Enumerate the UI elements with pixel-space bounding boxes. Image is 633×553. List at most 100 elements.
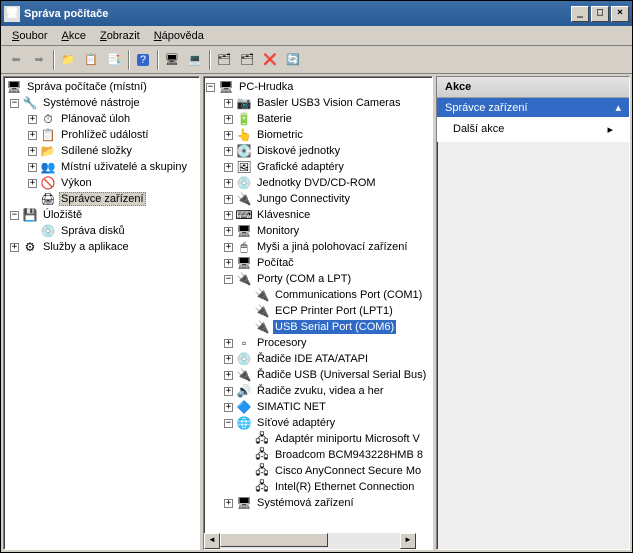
net1-label[interactable]: Adaptér miniportu Microsoft V [273,432,422,446]
device-lpt1[interactable]: 🔌 ECP Printer Port (LPT1) [206,303,430,319]
device-label[interactable]: Grafické adaptéry [255,160,346,174]
storage-label[interactable]: Úložiště [41,208,84,222]
remove-button[interactable]: ❌ [259,49,281,71]
device-category[interactable]: +⌨Klávesnice [206,207,430,223]
scroll-track[interactable] [220,533,400,549]
scroll-thumb[interactable] [220,533,328,547]
expand-icon[interactable]: + [224,355,233,364]
menu-action[interactable]: Akce [54,28,92,43]
maximize-button[interactable]: □ [591,6,609,22]
simatic-label[interactable]: SIMATIC NET [255,400,328,414]
tree-node-storage[interactable]: − 💾 Úložiště [6,207,197,223]
device-sound[interactable]: + 🔊 Řadiče zvuku, videa a her [206,383,430,399]
device-label[interactable]: Baterie [255,112,294,126]
users-label[interactable]: Místní uživatelé a skupiny [59,160,189,174]
minimize-button[interactable]: _ [571,6,589,22]
collapse-icon[interactable]: − [224,419,233,428]
device-category[interactable]: +🖥Počítač [206,255,430,271]
device-category[interactable]: +🔋Baterie [206,111,430,127]
expand-icon[interactable]: + [224,339,233,348]
tree-node-services[interactable]: + ⚙ Služby a aplikace [6,239,197,255]
tree-node-shared[interactable]: + 📂 Sdílené složky [6,143,197,159]
collapse-icon[interactable]: − [224,275,233,284]
perf-label[interactable]: Výkon [59,176,94,190]
folder-button[interactable]: 📁 [57,49,79,71]
device-sysdev[interactable]: + 🖥 Systémová zařízení [206,495,430,511]
diskmgr-label[interactable]: Správa disků [59,224,127,238]
lpt1-label[interactable]: ECP Printer Port (LPT1) [273,304,395,318]
expand-icon[interactable]: + [10,243,19,252]
tree-node-diskmgr[interactable]: 💿 Správa disků [6,223,197,239]
computer-button[interactable]: 🖥 [161,49,183,71]
device-cpu[interactable]: + ▫ Procesory [206,335,430,351]
root-label[interactable]: Správa počítače (místní) [25,80,149,94]
expand-icon[interactable]: + [224,99,233,108]
device-ports[interactable]: − 🔌 Porty (COM a LPT) [206,271,430,287]
expand-icon[interactable]: + [28,147,37,156]
expand-icon[interactable]: + [224,243,233,252]
expand-icon[interactable]: + [224,371,233,380]
device-category[interactable]: +🖼Grafické adaptéry [206,159,430,175]
expand-icon[interactable]: + [224,147,233,156]
usb-label[interactable]: Řadiče USB (Universal Serial Bus) [255,368,428,382]
pc-label[interactable]: PC-Hrudka [237,80,295,94]
menu-file[interactable]: Soubor [5,28,54,43]
tree2-button[interactable]: 🗂 [236,49,258,71]
collapse-icon[interactable]: − [10,211,19,220]
devmgr-label[interactable]: Správce zařízení [59,192,146,206]
device-net4[interactable]: 🖧 Intel(R) Ethernet Connection [206,479,430,495]
help-button[interactable]: ? [132,49,154,71]
device-category[interactable]: +🖥Monitory [206,223,430,239]
device-label[interactable]: Klávesnice [255,208,312,222]
expand-icon[interactable]: + [224,195,233,204]
device-com1[interactable]: 🔌 Communications Port (COM1) [206,287,430,303]
expand-icon[interactable]: + [224,387,233,396]
horizontal-scrollbar[interactable]: ◄ ► [204,533,416,549]
device-label[interactable]: Myši a jiná polohovací zařízení [255,240,409,254]
ide-label[interactable]: Řadiče IDE ATA/ATAPI [255,352,370,366]
device-label[interactable]: Jednotky DVD/CD-ROM [255,176,378,190]
scroll-left-button[interactable]: ◄ [204,533,220,549]
device-net[interactable]: − 🌐 Síťové adaptéry [206,415,430,431]
sysdev-label[interactable]: Systémová zařízení [255,496,356,510]
usb-serial-label[interactable]: USB Serial Port (COM6) [273,320,396,334]
com1-label[interactable]: Communications Port (COM1) [273,288,424,302]
events-label[interactable]: Prohlížeč událostí [59,128,150,142]
net4-label[interactable]: Intel(R) Ethernet Connection [273,480,416,494]
expand-icon[interactable]: + [28,163,37,172]
scheduler-label[interactable]: Plánovač úloh [59,112,132,126]
net2-label[interactable]: Broadcom BCM943228HMB 8 [273,448,425,462]
device-net3[interactable]: 🖧 Cisco AnyConnect Secure Mo [206,463,430,479]
expand-icon[interactable]: + [224,179,233,188]
refresh-button[interactable]: 🔄 [282,49,304,71]
actions-category[interactable]: Správce zařízení ▴ [437,98,629,117]
device-net2[interactable]: 🖧 Broadcom BCM943228HMB 8 [206,447,430,463]
tree-node-devmgr[interactable]: 🖨 Správce zařízení [6,191,197,207]
device-category[interactable]: +📷Basler USB3 Vision Cameras [206,95,430,111]
device-label[interactable]: Jungo Connectivity [255,192,352,206]
menu-help[interactable]: Nápověda [147,28,211,43]
device-ide[interactable]: + 💿 Řadiče IDE ATA/ATAPI [206,351,430,367]
expand-icon[interactable]: + [224,259,233,268]
collapse-icon[interactable]: − [206,83,215,92]
services-label[interactable]: Služby a aplikace [41,240,131,254]
device-usb-serial[interactable]: 🔌 USB Serial Port (COM6) [206,319,430,335]
expand-icon[interactable]: + [28,131,37,140]
expand-icon[interactable]: + [224,163,233,172]
device-net1[interactable]: 🖧 Adaptér miniportu Microsoft V [206,431,430,447]
device-label[interactable]: Basler USB3 Vision Cameras [255,96,402,110]
expand-icon[interactable]: + [28,115,37,124]
expand-icon[interactable]: + [224,115,233,124]
menu-view[interactable]: Zobrazit [93,28,147,43]
ports-label[interactable]: Porty (COM a LPT) [255,272,353,286]
cpu-label[interactable]: Procesory [255,336,309,350]
net3-label[interactable]: Cisco AnyConnect Secure Mo [273,464,423,478]
tree-node-systools[interactable]: − 🔧 Systémové nástroje [6,95,197,111]
device-simatic[interactable]: + 🔷 SIMATIC NET [206,399,430,415]
expand-icon[interactable]: + [224,403,233,412]
tree-node-users[interactable]: + 👥 Místní uživatelé a skupiny [6,159,197,175]
tree-node-scheduler[interactable]: + ⏱ Plánovač úloh [6,111,197,127]
expand-icon[interactable]: + [28,179,37,188]
systools-label[interactable]: Systémové nástroje [41,96,142,110]
forward-button[interactable]: ➡ [28,49,50,71]
